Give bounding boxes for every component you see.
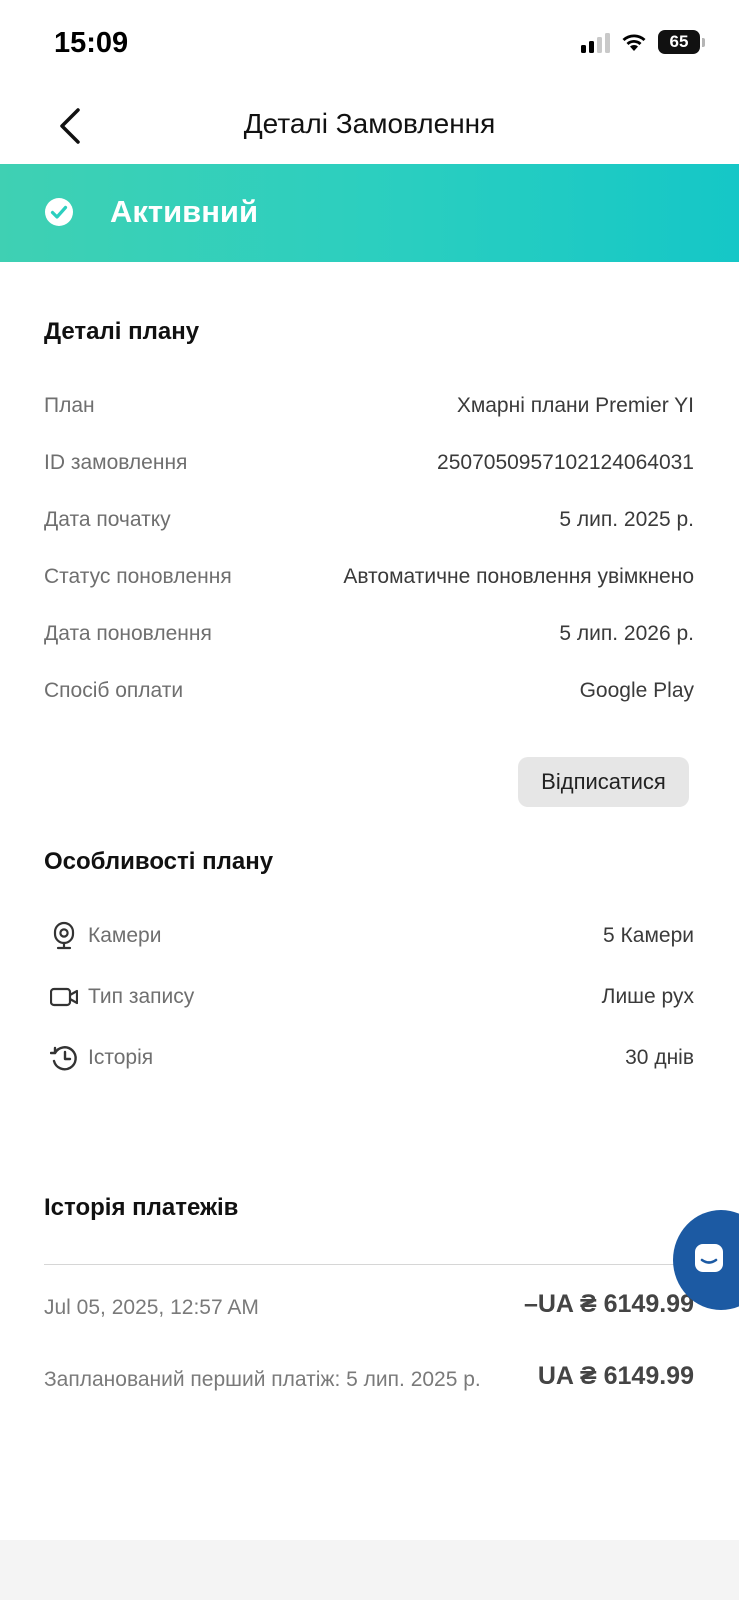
status-time: 15:09: [54, 27, 129, 59]
row-label: Спосіб оплати: [44, 679, 184, 702]
feature-value: 30 днів: [625, 1046, 694, 1069]
scheduled-payment-row: Запланований перший платіж: 5 лип. 2025 …: [44, 1362, 694, 1398]
unsubscribe-button[interactable]: Відписатися: [518, 757, 689, 807]
feature-value: Лише рух: [601, 985, 694, 1008]
feature-row-recording: Тип запису Лише рух: [44, 982, 694, 1016]
wifi-icon: [622, 34, 646, 51]
row-value: Автоматичне поновлення увімкнено: [343, 565, 694, 588]
divider: [44, 1264, 694, 1265]
payment-date: Jul 05, 2025, 12:57 AM: [44, 1296, 259, 1319]
row-label: Дата початку: [44, 508, 171, 531]
feature-row-cameras: Камери 5 Камери: [44, 921, 694, 955]
feature-value: 5 Камери: [603, 924, 694, 947]
check-circle-icon: [45, 198, 73, 226]
row-value: Google Play: [579, 679, 694, 702]
plan-row: План Хмарні плани Premier YI: [44, 394, 694, 424]
row-value: 5 лип. 2026 р.: [559, 622, 694, 645]
nav-bar: Деталі Замовлення: [0, 90, 739, 164]
renewal-status-row: Статус поновлення Автоматичне поновлення…: [44, 565, 694, 595]
row-value: 2507050957102124064031: [437, 451, 694, 474]
battery-icon: 65: [658, 30, 700, 54]
status-label: Активний: [110, 194, 259, 229]
payment-row: Jul 05, 2025, 12:57 AM –UA ₴ 6149.99: [44, 1290, 694, 1326]
start-date-row: Дата початку 5 лип. 2025 р.: [44, 508, 694, 538]
feature-row-history: Історія 30 днів: [44, 1043, 694, 1077]
renewal-date-row: Дата поновлення 5 лип. 2026 р.: [44, 622, 694, 652]
scheduled-payment-amount: UA ₴ 6149.99: [537, 1362, 694, 1390]
row-label: Дата поновлення: [44, 622, 212, 645]
status-banner: Активний: [0, 164, 739, 262]
battery-level: 65: [669, 32, 689, 51]
signal-icon: [581, 31, 610, 53]
row-value: 5 лип. 2025 р.: [559, 508, 694, 531]
page-title: Деталі Замовлення: [243, 108, 496, 139]
bottom-area: [0, 1540, 739, 1600]
payment-amount: –UA ₴ 6149.99: [523, 1290, 694, 1318]
feature-label: Тип запису: [88, 985, 195, 1008]
order-id-row: ID замовлення 2507050957102124064031: [44, 451, 694, 481]
row-label: План: [44, 394, 95, 417]
payment-method-row: Спосіб оплати Google Play: [44, 679, 694, 709]
feature-label: Камери: [88, 924, 162, 947]
scheduled-payment-label: Запланований перший платіж: 5 лип. 2025 …: [44, 1368, 481, 1391]
video-icon: [50, 987, 78, 1007]
history-icon: [50, 1046, 77, 1071]
camera-icon: [53, 921, 75, 950]
battery-tip: [702, 37, 705, 47]
status-icons: 65: [581, 30, 705, 54]
row-value: Хмарні плани Premier YI: [456, 394, 694, 417]
row-label: Статус поновлення: [44, 565, 232, 588]
plan-details-title: Деталі плану: [44, 318, 200, 345]
row-label: ID замовлення: [44, 451, 188, 474]
feature-label: Історія: [88, 1046, 154, 1069]
status-bar: 15:09 65: [0, 0, 739, 90]
payment-history-title: Історія платежів: [44, 1194, 239, 1221]
features-title: Особливості плану: [44, 848, 274, 875]
chat-icon: [695, 1244, 723, 1272]
